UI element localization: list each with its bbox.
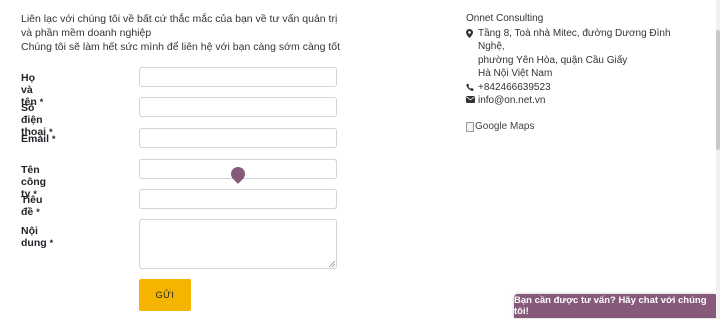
scrollbar[interactable] <box>716 0 720 319</box>
intro-text-2: Chúng tôi sẽ làm hết sức mình để liên hệ… <box>21 41 341 53</box>
company-name: Onnet Consulting <box>466 13 544 24</box>
name-input[interactable] <box>139 67 337 87</box>
scrollbar-thumb[interactable] <box>716 30 720 150</box>
address-text-3: phường Yên Hòa, quận Cầu Giấy <box>478 54 628 66</box>
email-label: Email * <box>21 133 56 145</box>
phone-icon <box>466 82 478 92</box>
broken-image-icon <box>466 121 474 132</box>
contact-intro: Liên lạc với chúng tôi về bất cứ thắc mắ… <box>21 12 351 54</box>
email-input[interactable] <box>139 128 337 148</box>
submit-button[interactable]: GỬI <box>139 279 191 311</box>
phone-text[interactable]: +842466639523 <box>478 81 551 95</box>
address-line: Tầng 8, Toà nhà Mitec, đường Dương Đình <box>466 27 706 41</box>
google-maps-image[interactable]: Google Maps <box>466 121 534 132</box>
message-label: Nội dung * <box>21 225 54 249</box>
phone-line: +842466639523 <box>466 81 706 95</box>
map-marker-icon <box>466 28 478 38</box>
envelope-icon <box>466 96 478 103</box>
intro-text-1: Liên lạc với chúng tôi về bất cứ thắc mắ… <box>21 13 338 39</box>
email-text[interactable]: info@on.net.vn <box>478 94 545 108</box>
email-line: info@on.net.vn <box>466 94 706 108</box>
live-chat-button[interactable]: Bạn cần được tư vấn? Hãy chat với chúng … <box>514 294 718 318</box>
phone-input[interactable] <box>139 97 337 117</box>
resize-grip-icon[interactable] <box>328 260 335 267</box>
map-alt-text: Google Maps <box>475 121 535 132</box>
subject-input[interactable] <box>139 189 337 209</box>
address-text-1: Tầng 8, Toà nhà Mitec, đường Dương Đình <box>478 27 671 39</box>
address-text-2: Nghệ, <box>478 41 505 52</box>
subject-label: Tiêu đề * <box>21 194 43 218</box>
message-textarea[interactable] <box>139 219 337 269</box>
address-text-4: Hà Nội Việt Nam <box>478 68 553 79</box>
company-info: Onnet Consulting Tầng 8, Toà nhà Mitec, … <box>466 12 706 108</box>
